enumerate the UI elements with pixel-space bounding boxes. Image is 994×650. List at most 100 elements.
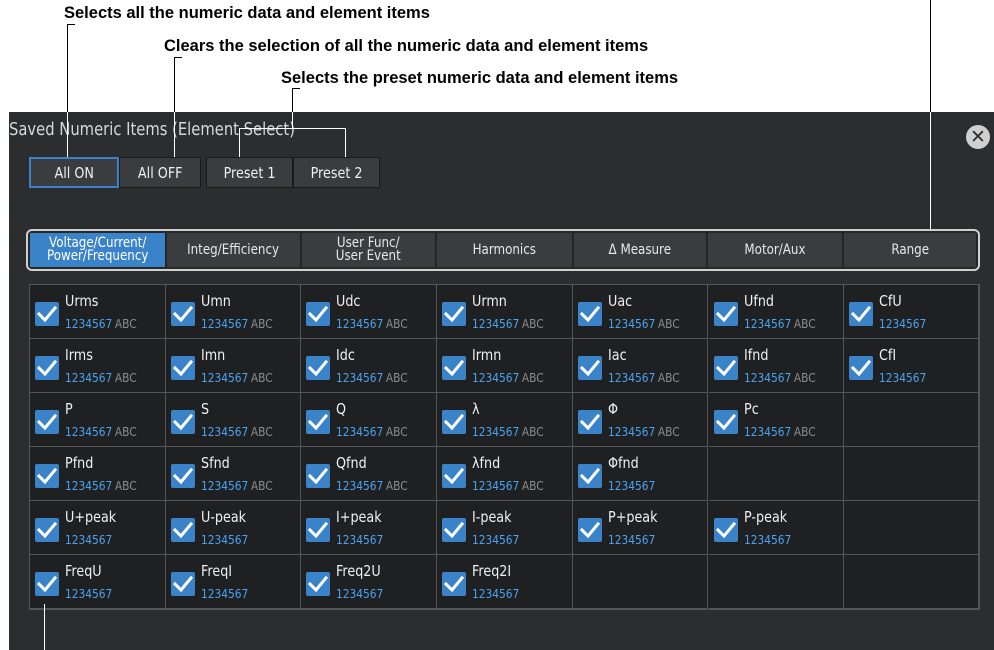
item-unit: ABC bbox=[114, 424, 137, 439]
grid-cell[interactable]: Sfnd 1234567 ABC bbox=[165, 447, 302, 501]
grid-cell[interactable]: Ufnd 1234567 ABC bbox=[708, 285, 845, 339]
checkbox-checked-icon[interactable] bbox=[306, 410, 331, 434]
grid-cell[interactable]: Iac 1234567 ABC bbox=[572, 339, 709, 393]
tab-voltage-current[interactable]: Voltage/Current/Power/Frequency bbox=[30, 233, 166, 267]
grid-cell[interactable]: λ 1234567 ABC bbox=[437, 393, 573, 447]
checkbox-checked-icon[interactable] bbox=[849, 356, 874, 380]
item-value-number: 1234567 bbox=[879, 370, 927, 385]
grid-cell[interactable]: Uac 1234567 ABC bbox=[572, 285, 709, 339]
item-name: Sfnd bbox=[200, 454, 230, 472]
checkbox-checked-icon[interactable] bbox=[442, 356, 467, 380]
checkbox-checked-icon[interactable] bbox=[577, 464, 602, 488]
item-value: 1234567 ABC bbox=[336, 478, 408, 493]
empty-grid-cell bbox=[844, 393, 980, 447]
grid-cell[interactable]: Udc 1234567 ABC bbox=[301, 285, 438, 339]
item-unit: ABC bbox=[114, 478, 137, 493]
grid-cell[interactable]: CfU 1234567 bbox=[844, 285, 980, 339]
checkbox-checked-icon[interactable] bbox=[35, 518, 59, 542]
tab-user-func[interactable]: User Func/User Event bbox=[302, 233, 436, 267]
grid-cell[interactable]: P 1234567 ABC bbox=[30, 393, 166, 447]
checkbox-checked-icon[interactable] bbox=[713, 410, 738, 434]
checkbox-checked-icon[interactable] bbox=[306, 572, 331, 596]
item-value-number: 1234567 bbox=[200, 370, 249, 385]
grid-cell[interactable]: Φfnd 1234567 bbox=[572, 447, 709, 501]
checkbox-checked-icon[interactable] bbox=[306, 518, 331, 542]
checkbox-checked-icon[interactable] bbox=[442, 302, 467, 326]
grid-cell[interactable]: FreqU 1234567 bbox=[30, 555, 166, 609]
checkbox-checked-icon[interactable] bbox=[442, 572, 467, 596]
grid-cell[interactable]: Idc 1234567 ABC bbox=[301, 339, 438, 393]
item-name: Urmn bbox=[472, 292, 507, 310]
grid-cell[interactable]: Irms 1234567 ABC bbox=[30, 339, 166, 393]
checkbox-checked-icon[interactable] bbox=[35, 356, 59, 380]
grid-cell[interactable]: U+peak 1234567 bbox=[30, 501, 166, 555]
checkbox-checked-icon[interactable] bbox=[35, 302, 59, 326]
checkbox-checked-icon[interactable] bbox=[577, 356, 602, 380]
preset2-button[interactable]: Preset 2 bbox=[293, 157, 380, 188]
checkbox-checked-icon[interactable] bbox=[713, 356, 738, 380]
grid-cell[interactable]: Urms 1234567 ABC bbox=[30, 285, 166, 339]
tab-integ-efficiency[interactable]: Integ/Efficiency bbox=[167, 233, 301, 267]
checkbox-checked-icon[interactable] bbox=[713, 518, 738, 542]
all-on-button[interactable]: All ON bbox=[29, 157, 119, 188]
checkbox-checked-icon[interactable] bbox=[170, 356, 195, 380]
item-unit: ABC bbox=[657, 424, 680, 439]
checkbox-checked-icon[interactable] bbox=[306, 356, 331, 380]
checkbox-checked-icon[interactable] bbox=[170, 302, 195, 326]
grid-cell[interactable]: Irmn 1234567 ABC bbox=[437, 339, 573, 393]
checkbox-checked-icon[interactable] bbox=[442, 464, 467, 488]
checkbox-checked-icon[interactable] bbox=[35, 410, 59, 434]
grid-cell[interactable]: FreqI 1234567 bbox=[165, 555, 302, 609]
item-value-number: 1234567 bbox=[472, 478, 520, 493]
checkbox-checked-icon[interactable] bbox=[577, 518, 602, 542]
checkbox-checked-icon[interactable] bbox=[35, 572, 59, 596]
item-unit: ABC bbox=[521, 316, 544, 331]
close-icon[interactable]: ✕ bbox=[966, 125, 990, 149]
tab-label: Harmonics bbox=[473, 243, 536, 257]
grid-cell[interactable]: S 1234567 ABC bbox=[165, 393, 302, 447]
checkbox-checked-icon[interactable] bbox=[170, 572, 195, 596]
checkbox-checked-icon[interactable] bbox=[713, 302, 738, 326]
checkbox-checked-icon[interactable] bbox=[442, 518, 467, 542]
checkbox-checked-icon[interactable] bbox=[442, 410, 467, 434]
grid-cell[interactable]: Qfnd 1234567 ABC bbox=[301, 447, 438, 501]
grid-cell[interactable]: Ifnd 1234567 ABC bbox=[708, 339, 845, 393]
tab-harmonics[interactable]: Harmonics bbox=[437, 233, 573, 267]
checkbox-checked-icon[interactable] bbox=[849, 302, 874, 326]
grid-cell[interactable]: λfnd 1234567 ABC bbox=[437, 447, 573, 501]
grid-cell[interactable]: I+peak 1234567 bbox=[301, 501, 438, 555]
checkbox-checked-icon[interactable] bbox=[577, 410, 602, 434]
grid-cell[interactable]: Pfnd 1234567 ABC bbox=[30, 447, 166, 501]
checkbox-checked-icon[interactable] bbox=[35, 464, 59, 488]
grid-cell[interactable]: Urmn 1234567 ABC bbox=[437, 285, 573, 339]
item-value-number: 1234567 bbox=[200, 478, 249, 493]
grid-cell[interactable]: P-peak 1234567 bbox=[708, 501, 845, 555]
grid-cell[interactable]: Freq2U 1234567 bbox=[301, 555, 438, 609]
checkbox-checked-icon[interactable] bbox=[306, 302, 331, 326]
preset1-button[interactable]: Preset 1 bbox=[206, 157, 293, 188]
checkbox-checked-icon[interactable] bbox=[306, 464, 331, 488]
item-unit: ABC bbox=[521, 478, 544, 493]
grid-cell[interactable]: Imn 1234567 ABC bbox=[165, 339, 302, 393]
grid-cell[interactable]: I-peak 1234567 bbox=[437, 501, 573, 555]
grid-cell[interactable]: Φ 1234567 ABC bbox=[572, 393, 709, 447]
checkbox-checked-icon[interactable] bbox=[577, 302, 602, 326]
tab-motor-aux[interactable]: Motor/Aux bbox=[708, 233, 843, 267]
all-off-button[interactable]: All OFF bbox=[119, 157, 201, 188]
tab-range[interactable]: Range bbox=[844, 233, 977, 267]
grid-cell[interactable]: Q 1234567 ABC bbox=[301, 393, 438, 447]
item-name: Freq2U bbox=[336, 562, 382, 580]
grid-cell[interactable]: CfI 1234567 bbox=[844, 339, 980, 393]
grid-cell[interactable]: Umn 1234567 ABC bbox=[165, 285, 302, 339]
grid-cell[interactable]: Pc 1234567 ABC bbox=[708, 393, 845, 447]
item-name: Ifnd bbox=[743, 346, 768, 364]
checkbox-checked-icon[interactable] bbox=[170, 464, 195, 488]
tab-label: Motor/Aux bbox=[744, 243, 805, 257]
item-name: U-peak bbox=[200, 508, 246, 526]
grid-cell[interactable]: Freq2I 1234567 bbox=[437, 555, 573, 609]
grid-cell[interactable]: U-peak 1234567 bbox=[165, 501, 302, 555]
checkbox-checked-icon[interactable] bbox=[170, 518, 195, 542]
tab-delta-measure[interactable]: Δ Measure bbox=[574, 233, 707, 267]
grid-cell[interactable]: P+peak 1234567 bbox=[572, 501, 709, 555]
checkbox-checked-icon[interactable] bbox=[170, 410, 195, 434]
